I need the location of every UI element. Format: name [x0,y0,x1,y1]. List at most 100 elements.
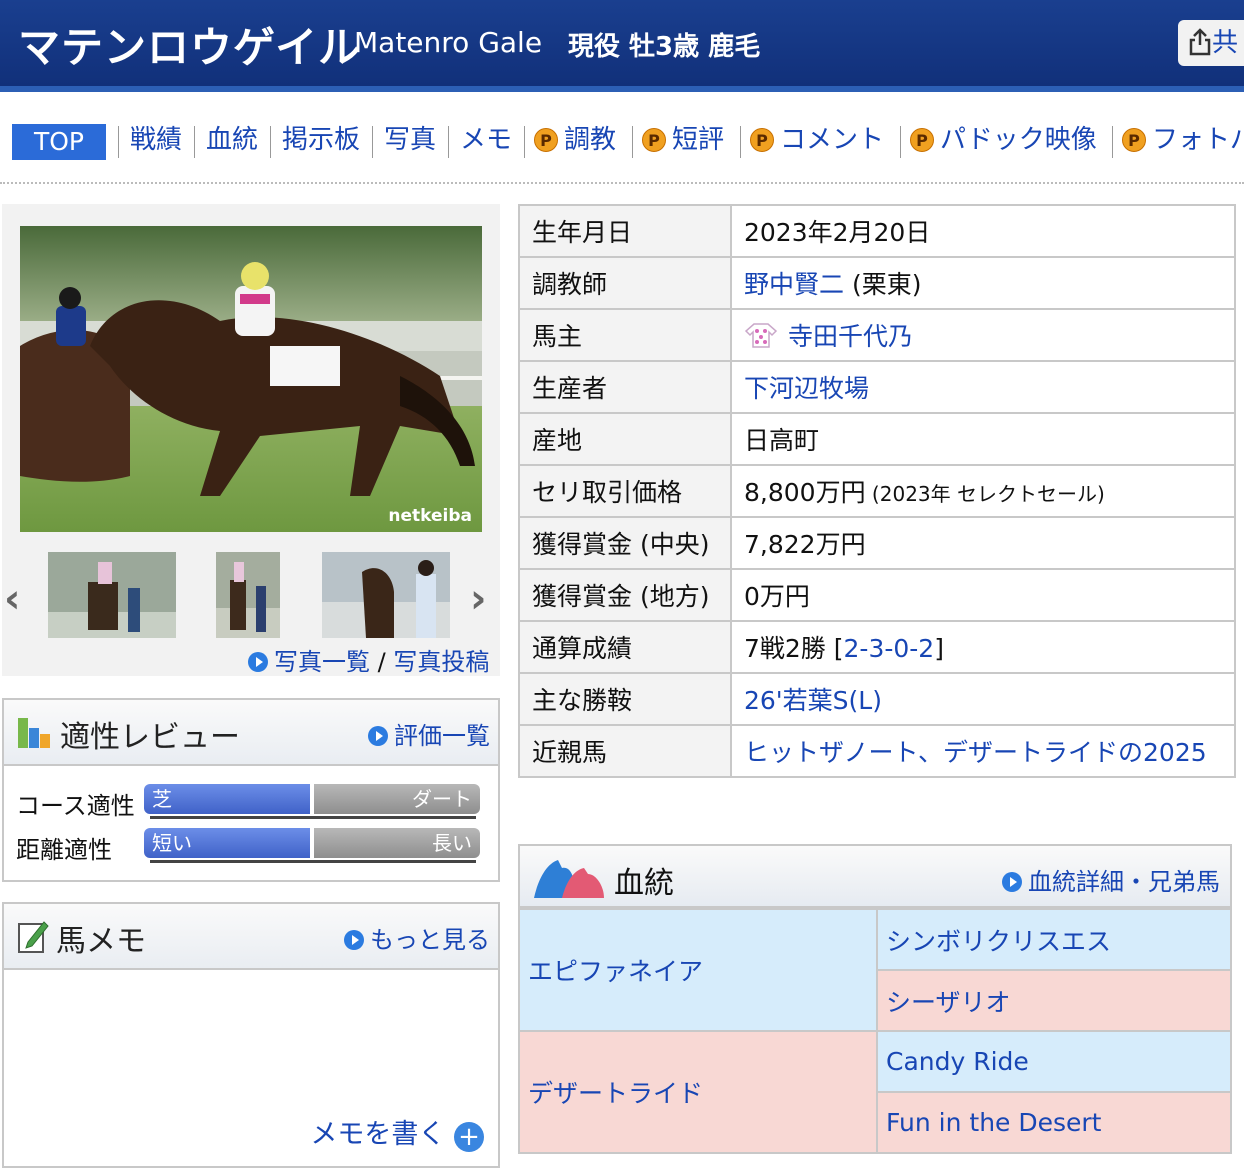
aptitude-box: 適性レビュー 評価一覧 コース適性 芝 ダート 距離適性 短い 長い [2,698,500,882]
tab-short-review-label: 短評 [672,125,725,155]
table-row: 産地 日高町 [518,412,1236,466]
premium-icon: P [910,128,934,152]
plus-circle-icon: + [454,1122,484,1152]
info-key: 調教師 [518,256,732,310]
arrow-circle-icon [248,652,268,672]
pedigree-icon [534,860,604,898]
info-value: 7戦2勝 [2-3-0-2] [730,620,1236,674]
dam-link[interactable]: デザートライド [518,1030,878,1154]
course-aptitude-label: コース適性 [16,792,135,820]
photo-panel: netkeiba ‹ › 写真一覧 / 写真投稿 [2,204,500,676]
breeder-link[interactable]: 下河辺牧場 [744,374,869,403]
rating-list-link[interactable]: 評価一覧 [368,716,490,751]
relatives-link[interactable]: ヒットザノート、デザートライドの2025 [744,738,1207,767]
nav-divider [118,126,119,158]
tab-training-label: 調教 [564,125,617,155]
info-value: 野中賢二 (栗東) [730,256,1236,310]
aptitude-left: 芝 [144,784,310,814]
nav-divider [270,126,271,158]
info-key: セリ取引価格 [518,464,732,518]
trainer-link[interactable]: 野中賢二 [744,270,844,299]
bar-underline [150,816,476,819]
aptitude-right: 長い [314,828,480,858]
course-aptitude-bar: 芝 ダート [144,784,480,819]
sire-dam-link[interactable]: シーザリオ [876,969,1232,1032]
table-row: 調教師 野中賢二 (栗東) [518,256,1236,310]
main-win-link[interactable]: 26'若葉S(L) [744,686,882,715]
distance-aptitude-bar: 短い 長い [144,828,480,863]
bar-chart-icon [18,718,50,748]
share-label: 共 [1212,28,1239,58]
aptitude-right: ダート [314,784,480,814]
table-row: 近親馬 ヒットザノート、デザートライドの2025 [518,724,1236,778]
chevron-right-icon[interactable]: › [470,576,486,622]
tab-comment[interactable]: P コメント [750,118,884,164]
horse-name: マテンロウゲイル [18,23,362,72]
info-key: 通算成績 [518,620,732,674]
main-photo[interactable]: netkeiba [20,226,482,532]
record-suffix: ] [934,634,944,663]
sire-sire-link[interactable]: シンボリクリスエス [876,908,1232,971]
table-row: 獲得賞金 (地方) 0万円 [518,568,1236,622]
nav-divider [632,126,633,158]
tab-top[interactable]: TOP [12,124,106,160]
table-row: セリ取引価格 8,800万円 (2023年 セレクトセール) [518,464,1236,518]
nav-divider [524,126,525,158]
memo-icon [18,921,49,953]
horse-nav: TOP 戦績 血統 掲示板 写真 メモ P 調教 P 短評 P コメント P パドック映… [12,118,1244,164]
arrow-circle-icon [1002,872,1022,892]
horse-status: 現役 牡3歳 鹿毛 [568,32,761,62]
memo-title: 馬メモ [56,924,146,959]
aptitude-title: 適性レビュー [60,720,240,755]
horse-info-table: 生年月日 2023年2月20日 調教師 野中賢二 (栗東) 馬主 寺田千代乃 生… [518,204,1236,778]
photo-thumbnail[interactable] [322,552,450,638]
info-value: 0万円 [730,568,1236,622]
more-link[interactable]: もっと見る [344,920,490,955]
share-icon [1189,28,1211,56]
photo-thumbnail[interactable] [216,552,280,638]
tab-board[interactable]: 掲示板 [282,118,360,164]
dam-sire-link[interactable]: Candy Ride [876,1030,1232,1093]
tab-photo-pad[interactable]: P フォトパ [1122,118,1244,164]
info-value: 寺田千代乃 [730,308,1236,362]
distance-aptitude-label: 距離適性 [16,836,112,864]
tab-photo-pad-label: フォトパ [1152,125,1244,155]
horse-name-en: Matenro Gale [354,26,543,59]
info-key: 近親馬 [518,724,732,778]
owner-link[interactable]: 寺田千代乃 [788,322,913,351]
sale-price: 8,800万円 [744,478,866,507]
memo-box: 馬メモ もっと見る メモを書く + [2,902,500,1168]
page-header: マテンロウゲイル Matenro Gale 現役 牡3歳 鹿毛 共 [0,0,1244,92]
tab-memo[interactable]: メモ [460,118,512,164]
pedigree-detail-link[interactable]: 血統詳細・兄弟馬 [1002,862,1220,897]
tab-short-review[interactable]: P 短評 [642,118,724,164]
info-value: 26'若葉S(L) [730,672,1236,726]
nav-divider [194,126,195,158]
info-value: ヒットザノート、デザートライドの2025 [730,724,1236,778]
arrow-circle-icon [344,930,364,950]
premium-icon: P [1122,128,1146,152]
photo-thumbnail[interactable] [48,552,176,638]
info-key: 馬主 [518,308,732,362]
silks-icon [744,323,778,348]
write-memo-button[interactable]: メモを書く + [310,1112,484,1152]
rating-list-label: 評価一覧 [394,722,490,750]
tab-results[interactable]: 戦績 [130,118,182,164]
nav-divider [900,126,901,158]
tab-paddock-video[interactable]: P パドック映像 [910,118,1097,164]
chevron-left-icon[interactable]: ‹ [4,576,20,622]
dam-dam-link[interactable]: Fun in the Desert [876,1091,1232,1154]
nav-divider [372,126,373,158]
info-value: 2023年2月20日 [730,204,1236,258]
tab-pedigree[interactable]: 血統 [206,118,258,164]
tab-photos[interactable]: 写真 [384,118,436,164]
memo-header: 馬メモ もっと見る [4,904,498,970]
photo-list-link[interactable]: 写真一覧 [274,648,370,676]
share-button[interactable]: 共 [1178,20,1244,66]
sire-link[interactable]: エピファネイア [518,908,878,1032]
tab-training[interactable]: P 調教 [534,118,616,164]
nav-divider [740,126,741,158]
write-memo-label: メモを書く [310,1119,446,1150]
photo-post-link[interactable]: 写真投稿 [393,648,489,676]
record-link[interactable]: 2-3-0-2 [844,634,935,663]
